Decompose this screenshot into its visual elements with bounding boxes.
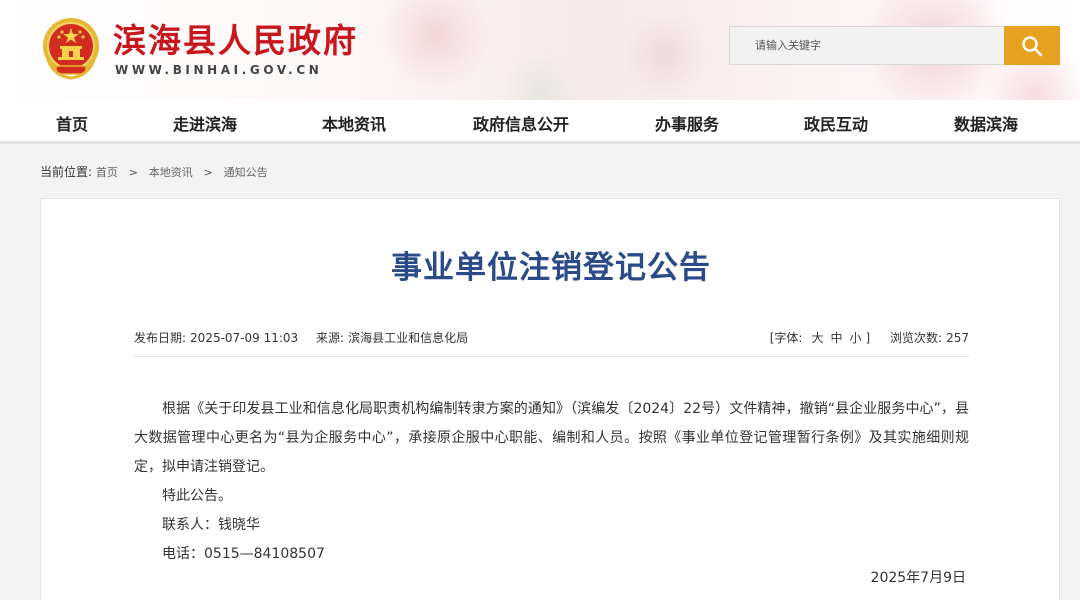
source-value: 滨海县工业和信息化局: [348, 331, 469, 345]
nav-item-home[interactable]: 首页: [56, 111, 88, 135]
contact-phone: 电话：0515—84108507: [162, 546, 325, 562]
breadcrumb-notices[interactable]: 通知公告: [224, 166, 268, 179]
site-title: 滨海县人民政府: [113, 21, 358, 60]
breadcrumb-local-news[interactable]: 本地资讯: [149, 166, 193, 179]
closing-line: 特此公告。: [162, 488, 232, 504]
signature-date: 2025年7月9日: [870, 570, 966, 586]
search-button[interactable]: [1004, 26, 1060, 65]
nav-item-government-disclosure[interactable]: 政府信息公开: [473, 111, 569, 135]
breadcrumb-separator: >: [203, 166, 213, 179]
nav-item-interaction[interactable]: 政民互动: [804, 111, 868, 135]
article-body: 根据《关于印发县工业和信息化局职责机构编制转隶方案的通知》（滨编发〔2024〕2…: [134, 395, 969, 569]
view-count-label: 浏览次数:: [890, 331, 943, 345]
national-emblem-icon: [43, 18, 99, 80]
article-paragraph: 根据《关于印发县工业和信息化局职责机构编制转隶方案的通知》（滨编发〔2024〕2…: [134, 401, 969, 475]
contact-person: 联系人：钱晓华: [162, 517, 260, 533]
breadcrumb-label: 当前位置:: [40, 165, 93, 179]
article-title: 事业单位注销登记公告: [391, 250, 711, 286]
main-nav: 首页 走进滨海 本地资讯 政府信息公开 办事服务 政民互动 数据滨海: [0, 100, 1080, 144]
article-meta: 发布日期: 2025-07-09 11:03 来源: 滨海县工业和信息化局 [字体:…: [134, 327, 969, 357]
publish-date: 2025-07-09 11:03: [190, 331, 299, 345]
source-label: 来源:: [316, 331, 345, 345]
site-url: WWW.BINHAI.GOV.CN: [115, 63, 323, 77]
font-size-large-button[interactable]: 大: [811, 331, 823, 345]
font-size-close: ]: [865, 331, 871, 345]
nav-item-local-news[interactable]: 本地资讯: [322, 111, 386, 135]
font-size-label: [字体:: [769, 331, 803, 345]
search-input[interactable]: [729, 26, 1005, 65]
nav-item-services[interactable]: 办事服务: [655, 111, 719, 135]
site-header: 滨海县人民政府 WWW.BINHAI.GOV.CN: [0, 0, 1080, 100]
nav-item-about-binhai[interactable]: 走进滨海: [173, 111, 237, 135]
breadcrumb-home[interactable]: 首页: [96, 166, 118, 179]
nav-item-data-binhai[interactable]: 数据滨海: [954, 111, 1018, 135]
font-size-small-button[interactable]: 小: [850, 331, 862, 345]
search-icon: [1022, 35, 1043, 56]
view-count: 257: [946, 331, 969, 345]
font-size-medium-button[interactable]: 中: [831, 331, 843, 345]
header-background-blossom: [500, 50, 580, 100]
breadcrumb: 当前位置: 首页 > 本地资讯 > 通知公告: [40, 163, 268, 180]
breadcrumb-separator: >: [128, 166, 138, 179]
article-card: 事业单位注销登记公告 发布日期: 2025-07-09 11:03 来源: 滨海县工…: [40, 198, 1060, 600]
header-background-blossom: [380, 0, 490, 90]
header-background-blossom: [620, 10, 710, 100]
publish-date-label: 发布日期:: [134, 331, 187, 345]
